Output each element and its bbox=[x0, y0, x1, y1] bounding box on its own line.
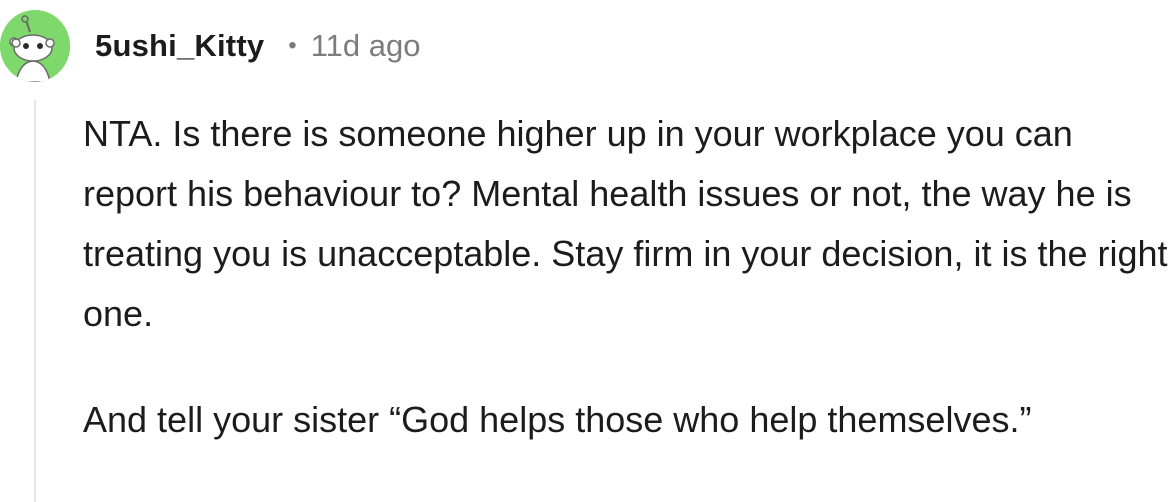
username-link[interactable]: 5ushi_Kitty bbox=[95, 28, 264, 64]
reddit-snoo-avatar-icon bbox=[0, 10, 70, 82]
thread-line[interactable] bbox=[34, 100, 36, 502]
comment-body: NTA. Is there is someone higher up in yo… bbox=[83, 104, 1168, 450]
comment-header: 5ushi_Kitty • 11d ago bbox=[95, 22, 420, 70]
user-avatar[interactable] bbox=[0, 10, 70, 82]
comment: 5ushi_Kitty • 11d ago NTA. Is there is s… bbox=[0, 0, 1173, 502]
separator-dot: • bbox=[288, 32, 297, 59]
timestamp[interactable]: 11d ago bbox=[311, 28, 421, 64]
comment-paragraph: And tell your sister “God helps those wh… bbox=[83, 399, 1032, 440]
comment-paragraph: NTA. Is there is someone higher up in yo… bbox=[83, 113, 1168, 334]
